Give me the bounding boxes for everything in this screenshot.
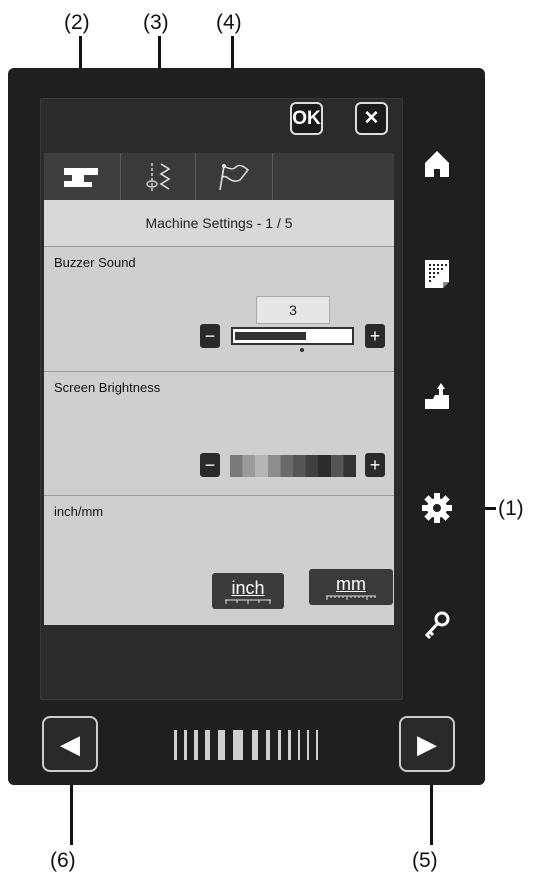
callout-5: (5) [412,849,438,872]
tab-machine-settings[interactable] [44,153,121,200]
inch-label: inch [231,577,265,598]
brightness-minus-button[interactable]: − [200,453,220,477]
buzzer-minus-button[interactable]: − [200,324,220,348]
stitch-icon [146,162,171,191]
buzzer-level-bar[interactable] [231,327,354,345]
brightness-gradient-bar[interactable] [230,455,356,477]
tab-empty [273,153,394,200]
callout-3: (3) [143,11,169,34]
units-panel: inch/mm inch mm [44,495,394,625]
page-indicator [174,730,318,760]
buzzer-sound-label: Buzzer Sound [54,255,136,270]
flag-icon [219,163,250,190]
close-button[interactable]: ✕ [355,102,388,135]
page-title: Machine Settings - 1 / 5 [44,200,394,246]
prev-arrow-icon: ◀ [60,728,80,759]
tab-language-settings[interactable] [196,153,273,200]
prev-page-button[interactable]: ◀ [42,716,98,772]
home-icon[interactable] [417,143,457,183]
ok-button[interactable]: OK [290,102,323,135]
buzzer-level-fill [235,332,307,340]
brightness-plus-button[interactable]: + [365,453,385,477]
callout-4: (4) [216,11,242,34]
units-label: inch/mm [54,504,104,519]
buzzer-center-mark [300,348,304,352]
buzzer-sound-panel: Buzzer Sound 3 − + [44,246,394,371]
pattern-icon[interactable] [417,254,457,294]
buzzer-plus-button[interactable]: + [365,324,385,348]
mm-ruler-icon [326,595,376,600]
callout-1: (1) [498,497,524,520]
mm-button[interactable]: mm [309,569,393,605]
next-arrow-icon: ▶ [417,728,437,759]
settings-tabs [44,153,394,200]
buzzer-value-display: 3 [256,296,330,324]
screen-brightness-label: Screen Brightness [54,380,161,395]
tab-stitch-settings[interactable] [121,153,196,200]
gear-icon[interactable] [417,488,457,528]
sewing-machine-icon [64,167,98,187]
inch-button[interactable]: inch [212,573,284,609]
mm-label: mm [336,573,366,594]
inch-ruler-icon [225,599,271,604]
next-page-button[interactable]: ▶ [399,716,455,772]
key-icon[interactable] [417,605,457,645]
export-icon[interactable] [417,375,457,415]
callout-2: (2) [64,11,90,34]
screen-brightness-panel: Screen Brightness − + [44,371,394,495]
callout-6: (6) [50,849,76,872]
